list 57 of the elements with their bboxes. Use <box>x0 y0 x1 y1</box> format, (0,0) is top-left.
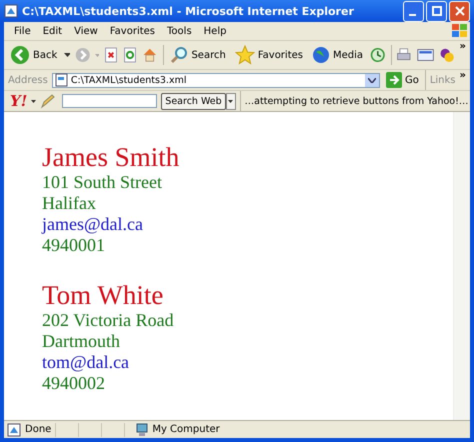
page-icon <box>4 4 18 18</box>
menu-item[interactable]: View <box>68 26 104 36</box>
back-button[interactable]: Back <box>8 45 60 65</box>
close-button[interactable] <box>449 0 470 22</box>
go-arrow-icon <box>386 72 402 88</box>
student-detail: Halifax <box>42 193 97 214</box>
address-label: Address <box>8 74 48 86</box>
star-icon <box>234 45 255 65</box>
menu-item[interactable]: Help <box>198 26 232 36</box>
yahoo-logo[interactable]: Y! <box>10 92 28 110</box>
page-icon <box>54 73 68 87</box>
dropdown-button[interactable] <box>226 92 236 110</box>
stop-icon[interactable] <box>104 45 118 65</box>
student-detail: 4940001 <box>42 235 106 256</box>
student-detail: 202 Victoria Road <box>42 310 175 331</box>
history-icon[interactable] <box>370 45 386 65</box>
media-button[interactable]: Media <box>310 46 366 64</box>
student-name: Tom White <box>42 280 164 310</box>
maximize-icon <box>432 6 442 16</box>
search-icon <box>170 46 188 64</box>
menu-item[interactable]: Tools <box>161 26 198 36</box>
search-field[interactable] <box>62 94 158 108</box>
menu-item[interactable]: Edit <box>36 26 68 36</box>
go-button[interactable]: Go <box>384 72 421 88</box>
student-detail: Dartmouth <box>42 331 121 352</box>
toolbar-status: …attempting to retrieve buttons from Yahoo!… <box>244 96 468 106</box>
menu-item[interactable]: File <box>8 26 37 36</box>
student-name: James Smith <box>42 142 180 172</box>
chevron-down-icon <box>368 78 376 82</box>
globe-icon <box>312 46 330 64</box>
computer-icon <box>135 422 150 436</box>
dropdown-arrow-icon[interactable] <box>31 100 36 102</box>
maximize-button[interactable] <box>426 0 447 22</box>
search-button[interactable]: Search <box>168 46 228 64</box>
address-value: C:\TAXML\students3.xml <box>70 74 188 86</box>
window-title: C:\TAXML\students3.xml - Microsoft Internet Explorer <box>22 4 355 18</box>
search-web-button[interactable]: Search Web <box>161 92 226 110</box>
minimize-button[interactable] <box>403 0 424 22</box>
minimize-icon <box>408 14 416 16</box>
dropdown-arrow-icon[interactable] <box>64 53 70 57</box>
more-chevron[interactable]: » <box>460 41 466 52</box>
page-icon <box>7 422 21 436</box>
student-detail: 101 South Street <box>42 172 163 193</box>
address-field[interactable]: C:\TAXML\students3.xml <box>52 72 380 88</box>
student-email: tom@dal.ca <box>42 352 130 373</box>
zone-text: My Computer <box>152 424 220 435</box>
dropdown-button[interactable] <box>364 74 379 86</box>
menu-item[interactable]: Favorites <box>104 26 162 36</box>
close-icon <box>454 6 464 16</box>
caret-icon <box>228 100 234 102</box>
windows-flag-icon <box>450 22 470 40</box>
scrollbar[interactable] <box>453 112 470 420</box>
favorites-button[interactable]: Favorites <box>232 45 305 65</box>
status-text: Done <box>25 424 52 435</box>
student-email: james@dal.ca <box>42 214 144 235</box>
student-detail: 4940002 <box>42 373 106 394</box>
more-chevron[interactable]: » <box>460 70 466 81</box>
